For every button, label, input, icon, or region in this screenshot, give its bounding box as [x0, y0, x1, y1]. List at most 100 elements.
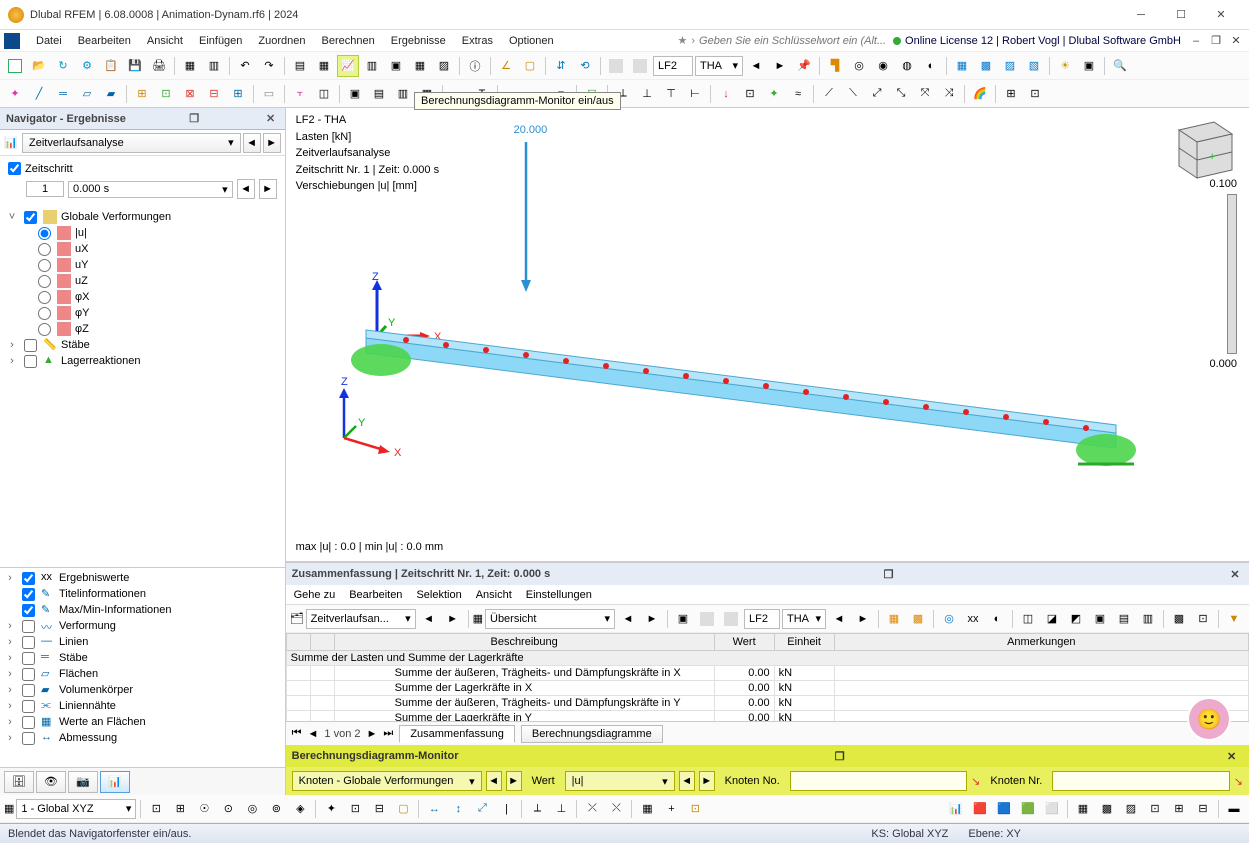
search-input[interactable]: [699, 35, 889, 47]
tree-staebe-check[interactable]: [24, 339, 37, 352]
menu-datei[interactable]: Datei: [28, 33, 70, 49]
opt-werte-check[interactable]: [22, 716, 35, 729]
grid1-icon[interactable]: ▦: [951, 55, 973, 77]
sb-chart-icon[interactable]: 📊: [945, 798, 967, 820]
sp-pad1-icon[interactable]: [696, 608, 718, 630]
info-icon[interactable]: ⓘ: [464, 55, 486, 77]
sp-pad2-icon[interactable]: [720, 608, 742, 630]
tab-display[interactable]: 👁: [36, 771, 66, 793]
t3-icon[interactable]: ⊠: [179, 83, 201, 105]
sb-g6-icon[interactable]: ⊟: [1192, 798, 1214, 820]
loadtype-combo[interactable]: THA▾: [695, 56, 743, 76]
sb9-icon[interactable]: ⊡: [344, 798, 366, 820]
page-icon[interactable]: ▥: [203, 55, 225, 77]
menu-einfuegen[interactable]: Einfügen: [191, 33, 250, 49]
terminal-icon[interactable]: ▣: [385, 55, 407, 77]
analysis-prev-icon[interactable]: ◄: [243, 133, 261, 153]
sb-r3-icon[interactable]: 🟩: [1017, 798, 1039, 820]
sb14-icon[interactable]: ⤢: [471, 798, 493, 820]
sb10-icon[interactable]: ⊟: [368, 798, 390, 820]
analysis-combo[interactable]: Zeitverlaufsanalyse▾: [22, 133, 241, 153]
r3-icon[interactable]: ✦: [763, 83, 785, 105]
timestep-value[interactable]: 0.000 s▾: [68, 181, 233, 198]
sp-c1-icon[interactable]: ◎: [938, 608, 960, 630]
sb7-icon[interactable]: ◈: [289, 798, 311, 820]
sb-g2-icon[interactable]: ▩: [1096, 798, 1118, 820]
up-icon[interactable]: ⇵: [550, 55, 572, 77]
sect-icon[interactable]: ▭: [258, 83, 280, 105]
sp-e1-icon[interactable]: ▩: [1168, 608, 1190, 630]
sp-lc-combo[interactable]: LF2: [744, 609, 780, 629]
sp-d4-icon[interactable]: ▣: [1089, 608, 1111, 630]
light-icon[interactable]: ☀: [1054, 55, 1076, 77]
sp-menu-sel[interactable]: Selektion: [416, 589, 461, 601]
pg-first-icon[interactable]: ⏮: [292, 727, 302, 740]
sp-d2-icon[interactable]: ◪: [1041, 608, 1063, 630]
opt-linienn-check[interactable]: [22, 700, 35, 713]
box-tool-icon[interactable]: ▢: [519, 55, 541, 77]
i5-icon[interactable]: ⤧: [914, 83, 936, 105]
maximize-button[interactable]: ☐: [1161, 0, 1201, 30]
sp-b2-icon[interactable]: ▩: [907, 608, 929, 630]
table3-icon[interactable]: ▥: [361, 55, 383, 77]
w4-icon[interactable]: ⊢: [684, 83, 706, 105]
print-icon[interactable]: 🖨: [148, 55, 170, 77]
solid-icon[interactable]: ▰: [100, 83, 122, 105]
i3-icon[interactable]: ⤢: [866, 83, 888, 105]
diagram-monitor-icon[interactable]: 📈: [337, 55, 359, 77]
sb11-icon[interactable]: ▢: [392, 798, 414, 820]
menu-zuordnen[interactable]: Zuordnen: [250, 33, 313, 49]
i1-icon[interactable]: ⟋: [818, 83, 840, 105]
table2-icon[interactable]: ▦: [313, 55, 335, 77]
open-icon[interactable]: 📂: [28, 55, 50, 77]
r2-icon[interactable]: ⊡: [739, 83, 761, 105]
copy-icon[interactable]: 📋: [100, 55, 122, 77]
table4-icon[interactable]: ▦: [409, 55, 431, 77]
tab-data[interactable]: 🗄: [4, 771, 34, 793]
tab-views[interactable]: 📷: [68, 771, 98, 793]
mon-c1-prev-icon[interactable]: ◄: [486, 771, 502, 791]
t1-icon[interactable]: ⊞: [131, 83, 153, 105]
new-icon[interactable]: [4, 55, 26, 77]
loadcase-combo[interactable]: LF2: [653, 56, 693, 76]
a2-icon[interactable]: ▤: [368, 83, 390, 105]
sb16-icon[interactable]: ⟂: [526, 798, 548, 820]
table1-icon[interactable]: ▤: [289, 55, 311, 77]
sb17-icon[interactable]: ⊥: [550, 798, 572, 820]
view1-icon[interactable]: ▜: [824, 55, 846, 77]
pad1-icon[interactable]: [605, 55, 627, 77]
grid2-icon[interactable]: ▩: [975, 55, 997, 77]
sp-view-combo[interactable]: Übersicht▾: [485, 609, 615, 629]
sp-menu-einst[interactable]: Einstellungen: [526, 589, 592, 601]
sel-icon[interactable]: ◫: [313, 83, 335, 105]
sb-r2-icon[interactable]: 🟦: [993, 798, 1015, 820]
color-icon[interactable]: 🌈: [969, 83, 991, 105]
sb2-icon[interactable]: ⊞: [169, 798, 191, 820]
tree-ux-radio[interactable]: [38, 243, 51, 256]
sp-c3-icon[interactable]: ◐: [986, 608, 1008, 630]
sp-prev3-icon[interactable]: ◄: [828, 608, 850, 630]
tree-uz-radio[interactable]: [38, 275, 51, 288]
sp-lt-combo[interactable]: THA▾: [782, 609, 826, 629]
sp-d3-icon[interactable]: ◩: [1065, 608, 1087, 630]
tab-diagramme[interactable]: Berechnungsdiagramme: [521, 725, 663, 743]
refresh-icon[interactable]: ↻: [52, 55, 74, 77]
layout-icon[interactable]: ▦: [179, 55, 201, 77]
sp-prev1-icon[interactable]: ◄: [418, 608, 440, 630]
t5-icon[interactable]: ⊞: [227, 83, 249, 105]
pg-last-icon[interactable]: ⏭: [383, 727, 393, 740]
tree-lager-check[interactable]: [24, 355, 37, 368]
opt-ergebnis-check[interactable]: [22, 572, 35, 585]
t4-icon[interactable]: ⊟: [203, 83, 225, 105]
opt-abmess-check[interactable]: [22, 732, 35, 745]
mon-combo2[interactable]: |u|▾: [565, 771, 675, 791]
table5-icon[interactable]: ▨: [433, 55, 455, 77]
menu-extras[interactable]: Extras: [454, 33, 501, 49]
tree-fz-radio[interactable]: [38, 323, 51, 336]
menu-ansicht[interactable]: Ansicht: [139, 33, 191, 49]
sb20-icon[interactable]: ▦: [636, 798, 658, 820]
opt-minmax-check[interactable]: [22, 604, 35, 617]
time-next-icon[interactable]: ►: [259, 179, 277, 199]
mon-knotennr-input[interactable]: [1052, 771, 1229, 791]
sb-g3-icon[interactable]: ▨: [1120, 798, 1142, 820]
